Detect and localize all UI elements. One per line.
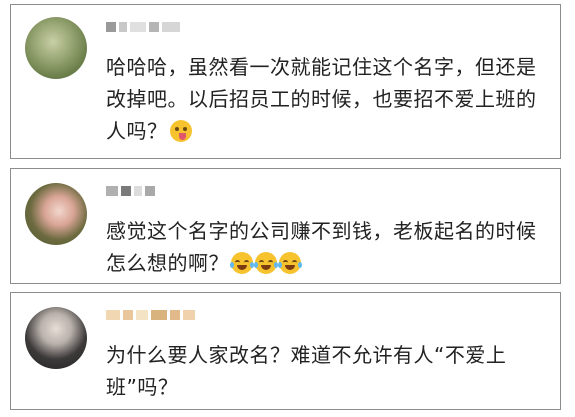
yum-face-icon — [169, 120, 192, 142]
comment-text-content: 为什么要人家改名？难道不允许有人“不爱上班”吗？ — [106, 343, 507, 399]
username-pixelated[interactable] — [106, 183, 155, 199]
avatar[interactable] — [25, 183, 87, 245]
comment-text-content: 感觉这个名字的公司赚不到钱，老板起名的时候怎么想的啊？ — [106, 219, 537, 275]
avatar[interactable] — [25, 307, 87, 369]
comment-card: 哈哈哈，虽然看一次就能记住这个名字，但还是改掉吧。以后招员工的时候，也要招不爱上… — [10, 4, 561, 159]
comment-text: 感觉这个名字的公司赚不到钱，老板起名的时候怎么想的啊？ — [106, 215, 546, 279]
comment-text: 为什么要人家改名？难道不允许有人“不爱上班”吗？ — [106, 339, 546, 403]
comment-card: 感觉这个名字的公司赚不到钱，老板起名的时候怎么想的啊？ — [10, 168, 561, 284]
username-pixelated[interactable] — [106, 307, 195, 323]
tears-of-joy-icon — [278, 252, 302, 274]
tears-of-joy-icon — [230, 252, 254, 274]
comment-card: 为什么要人家改名？难道不允许有人“不爱上班”吗？ — [10, 292, 561, 410]
username-pixelated[interactable] — [106, 19, 180, 35]
comment-text: 哈哈哈，虽然看一次就能记住这个名字，但还是改掉吧。以后招员工的时候，也要招不爱上… — [106, 51, 546, 147]
avatar[interactable] — [25, 17, 87, 79]
tears-of-joy-icon — [254, 252, 278, 274]
